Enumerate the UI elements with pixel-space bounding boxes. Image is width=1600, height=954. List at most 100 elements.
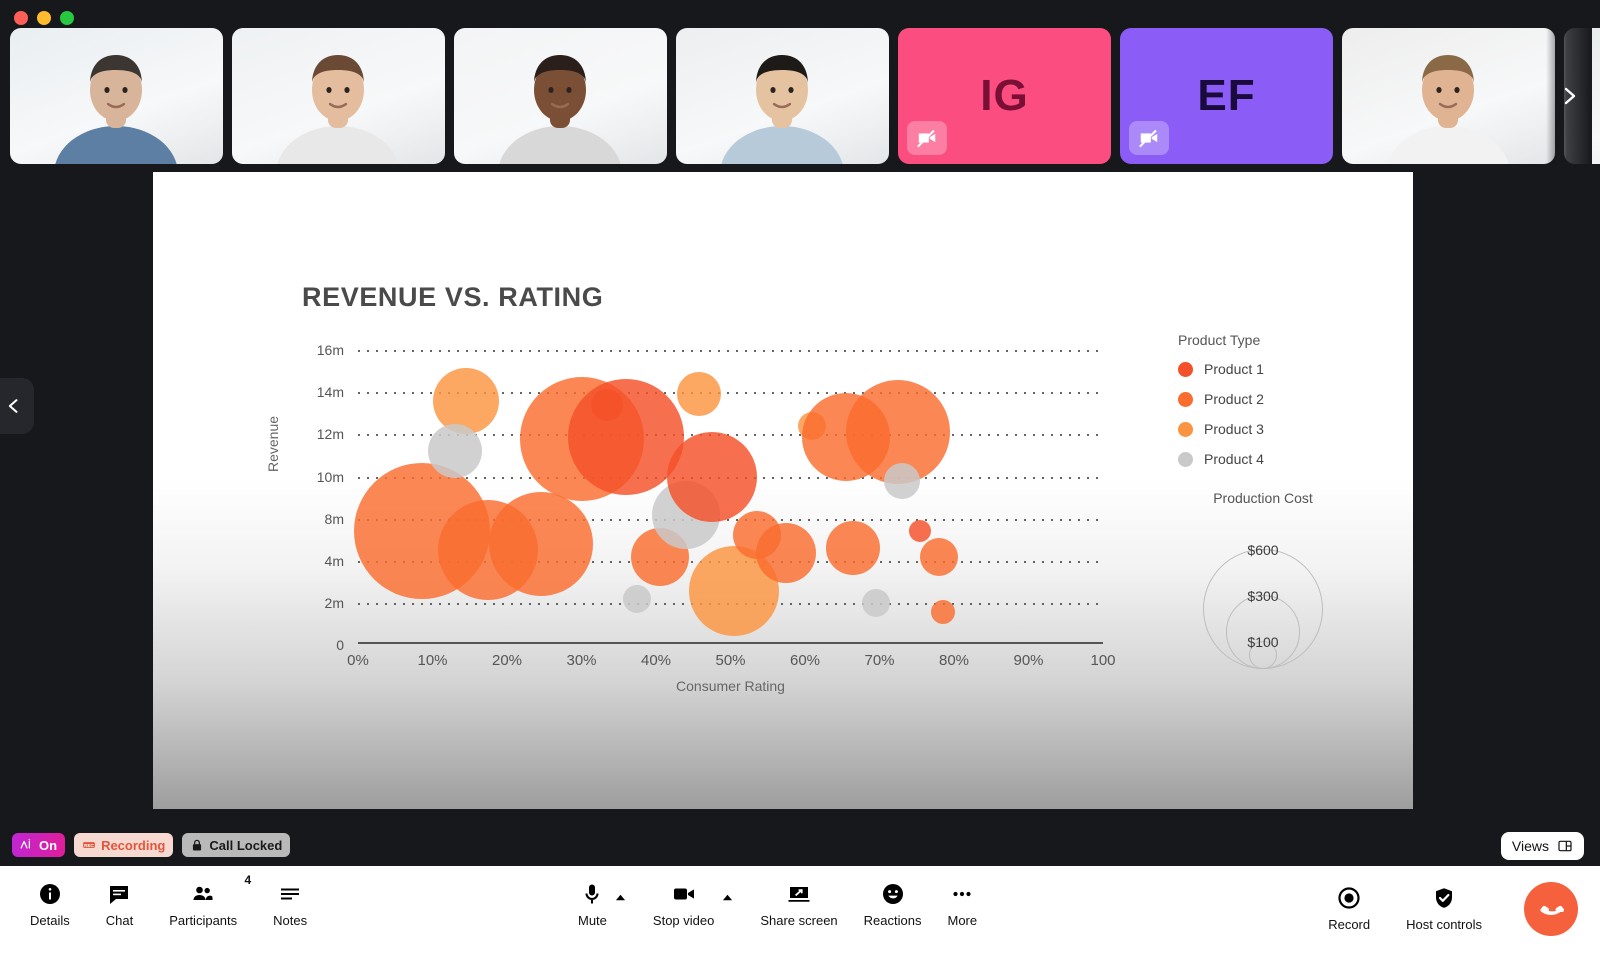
video-off-icon — [917, 129, 936, 148]
size-legend: Production Cost $600 $300 $100 — [1163, 490, 1363, 670]
y-axis-tick-label: 16m — [316, 342, 344, 358]
x-axis-line — [358, 642, 1103, 644]
x-axis-tick-label: 0% — [347, 652, 369, 669]
more-button[interactable]: More — [947, 882, 977, 928]
meeting-window: IG EF REVENUE VS. RATING Revenue 16m 14m 12… — [0, 0, 1600, 954]
toolbar-middle-group: Mute Stop video Share screen Reactions More — [578, 882, 977, 928]
chevron-right-icon — [1564, 87, 1576, 105]
notes-button[interactable]: Notes — [273, 882, 307, 928]
smiley-icon — [881, 882, 905, 906]
participant-tile[interactable]: IG — [898, 28, 1111, 164]
stop-video-options-caret[interactable] — [722, 890, 734, 908]
participant-video — [1342, 28, 1555, 164]
y-axis-tick-label: 8m — [324, 510, 344, 527]
status-badge-call-locked[interactable]: Call Locked — [182, 833, 291, 857]
participants-count-badge: 4 — [244, 873, 252, 887]
share-screen-button[interactable]: Share screen — [760, 882, 838, 928]
status-badge-ai-on[interactable]: On — [12, 833, 66, 857]
chart-bubble — [826, 521, 881, 576]
video-off-indicator — [1129, 121, 1169, 155]
previous-slide-button[interactable] — [0, 378, 34, 434]
chart-bubble — [427, 424, 482, 479]
participants-label: Participants — [169, 913, 238, 928]
x-axis-tick-label: 60% — [789, 652, 821, 669]
record-icon — [1337, 886, 1361, 910]
legend-label: Product 2 — [1204, 391, 1264, 407]
x-axis-tick-label: 30% — [566, 652, 597, 669]
toolbar-left-group: Details Chat Participants 4 Notes — [30, 873, 307, 928]
shared-slide[interactable]: REVENUE VS. RATING Revenue 16m 14m 12m 10m 8… — [153, 172, 1413, 809]
reactions-button[interactable]: Reactions — [864, 882, 921, 928]
participant-tile[interactable] — [10, 28, 223, 164]
legend-item: Product 1 — [1178, 361, 1264, 377]
participant-filmstrip: IG EF — [10, 28, 1600, 164]
legend-item: Product 2 — [1178, 391, 1264, 407]
chat-button[interactable]: Chat — [106, 882, 133, 928]
video-off-icon — [1139, 129, 1158, 148]
chart-bubble — [920, 537, 959, 576]
legend-swatch — [1178, 451, 1193, 467]
rec-icon: REC — [82, 838, 96, 852]
y-axis-tick-label: 0 — [336, 637, 344, 654]
legend-label: Product 1 — [1204, 361, 1264, 377]
bubble-plot-area: 16m 14m 12m 10m 8m 4m 2m 0 — [317, 342, 1103, 653]
legend-swatch — [1178, 361, 1193, 377]
x-axis-tick-label: 100 — [1090, 652, 1116, 669]
mute-label: Mute — [578, 913, 607, 928]
chart-bubble — [433, 367, 500, 434]
chart-legend: Product Type Product 1 Product 2 Product 3… — [1178, 332, 1264, 481]
host-controls-button[interactable]: Host controls — [1406, 886, 1482, 932]
size-legend-label: $100 — [1247, 634, 1279, 650]
chart-gridline — [358, 350, 1103, 352]
notes-label: Notes — [273, 913, 308, 928]
chart-bubble — [677, 372, 722, 417]
status-badge-recording[interactable]: REC Recording — [74, 833, 174, 857]
maximize-window-button[interactable] — [60, 11, 74, 25]
mute-options-caret[interactable] — [615, 890, 627, 908]
meeting-toolbar: Details Chat Participants 4 Notes Mute Stop v… — [0, 866, 1600, 954]
details-button[interactable]: Details — [30, 882, 70, 928]
close-window-button[interactable] — [14, 11, 28, 25]
chart-bubble — [861, 589, 890, 618]
stop-video-button[interactable]: Stop video — [653, 882, 714, 928]
record-label: Record — [1328, 917, 1371, 932]
legend-item: Product 3 — [1178, 421, 1264, 437]
chat-icon — [107, 882, 131, 906]
notes-icon — [278, 882, 302, 906]
mute-button[interactable]: Mute — [578, 882, 607, 928]
stop-video-label: Stop video — [652, 913, 715, 928]
host-controls-label: Host controls — [1406, 917, 1482, 932]
share-screen-label: Share screen — [760, 913, 838, 928]
y-axis-tick-label: 14m — [316, 384, 344, 401]
ai-wave-icon — [20, 838, 34, 852]
screen-share-icon — [787, 882, 811, 906]
filmstrip-next-button[interactable] — [1546, 28, 1592, 164]
caret-up-icon — [723, 894, 733, 901]
video-camera-icon — [672, 882, 696, 906]
views-button[interactable]: Views — [1500, 832, 1584, 860]
size-legend-title: Production Cost — [1213, 490, 1313, 506]
minimize-window-button[interactable] — [37, 11, 51, 25]
legend-swatch — [1178, 391, 1193, 407]
chart-bubble — [930, 599, 955, 624]
y-axis-tick-label: 2m — [324, 595, 344, 612]
participant-tile[interactable] — [232, 28, 445, 164]
chart-bubble — [623, 584, 652, 613]
video-off-indicator — [907, 121, 947, 155]
legend-label: Product 3 — [1204, 421, 1264, 437]
participant-tile[interactable] — [454, 28, 667, 164]
participant-tile[interactable] — [1342, 28, 1555, 164]
chart-title: REVENUE VS. RATING — [302, 282, 604, 312]
record-button[interactable]: Record — [1328, 886, 1370, 932]
participant-tile[interactable] — [676, 28, 889, 164]
participants-button[interactable]: Participants 4 — [169, 873, 251, 928]
details-label: Details — [30, 913, 70, 928]
window-traffic-lights — [14, 11, 74, 25]
y-axis-tick-label: 4m — [324, 553, 344, 569]
legend-swatch — [1178, 421, 1193, 437]
hangup-icon — [1538, 896, 1564, 922]
leave-call-button[interactable] — [1524, 882, 1578, 936]
participant-tile[interactable]: EF — [1120, 28, 1333, 164]
ellipsis-icon — [950, 882, 974, 906]
x-axis-tick-label: 40% — [640, 652, 672, 669]
